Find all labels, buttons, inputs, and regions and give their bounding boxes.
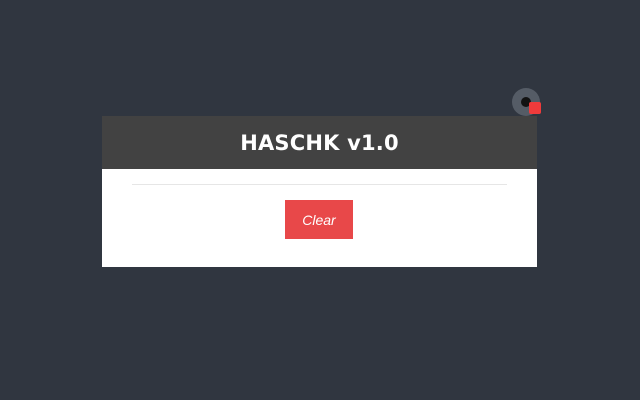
haschk-dialog: HASCHK v1.0 Clear bbox=[102, 116, 537, 267]
dialog-header: HASCHK v1.0 bbox=[102, 116, 537, 169]
clear-button[interactable]: Clear bbox=[285, 200, 353, 239]
record-toggle-icon[interactable] bbox=[512, 88, 541, 116]
dialog-title: HASCHK v1.0 bbox=[240, 130, 399, 155]
red-square-badge-icon bbox=[529, 102, 541, 114]
divider bbox=[132, 184, 507, 185]
app-canvas: HASCHK v1.0 Clear bbox=[0, 0, 640, 400]
